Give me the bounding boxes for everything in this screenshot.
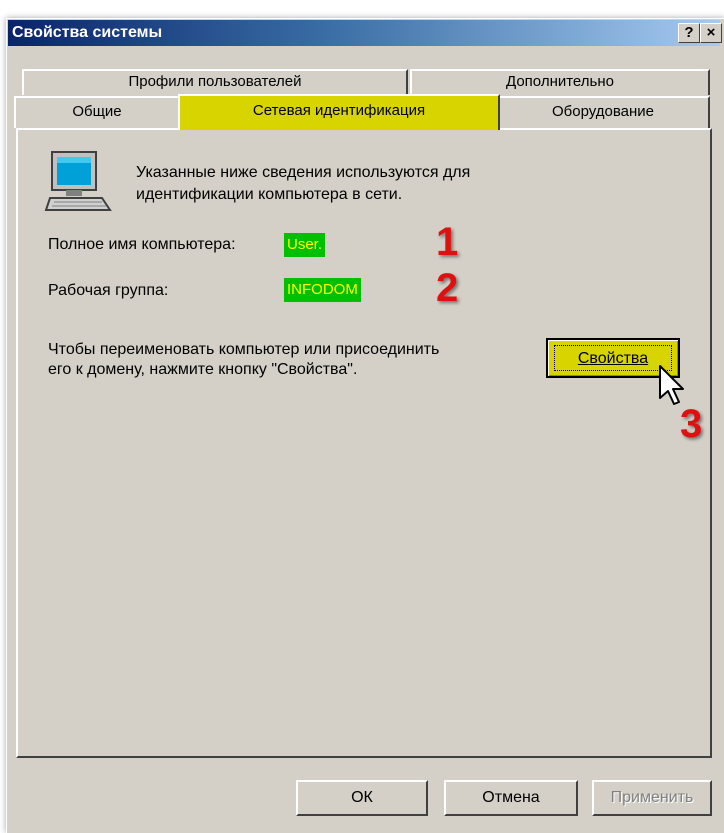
annotation-3: 3	[680, 402, 703, 446]
computer-name-value: User.	[284, 233, 326, 257]
rename-text: Чтобы переименовать компьютер или присое…	[48, 340, 548, 380]
tab-panel	[16, 128, 712, 758]
computer-icon	[44, 151, 112, 211]
annotation-1: 1	[436, 220, 459, 264]
annotation-2: 2	[436, 266, 459, 310]
rename-line-1: Чтобы переименовать компьютер или присое…	[48, 341, 440, 358]
window-title: Свойства системы	[12, 24, 163, 41]
tab-hardware[interactable]: Оборудование	[496, 96, 710, 128]
computer-name-label: Полное имя компьютера:	[48, 236, 236, 253]
apply-button[interactable]: Применить	[592, 780, 712, 816]
close-icon[interactable]: ×	[700, 23, 722, 43]
mouse-pointer-icon	[659, 365, 684, 405]
workgroup-value: INFODOM	[284, 278, 361, 302]
tab-user-profiles[interactable]: Профили пользователей	[22, 69, 408, 95]
tab-advanced[interactable]: Дополнительно	[410, 69, 710, 95]
intro-text: Указанные ниже сведения используются для…	[136, 162, 616, 206]
rename-line-2: его к домену, нажмите кнопку "Свойства".	[48, 361, 358, 378]
cancel-button[interactable]: Отмена	[444, 780, 578, 816]
workgroup-label: Рабочая группа:	[48, 282, 169, 299]
intro-line-2: идентификации компьютера в сети.	[136, 186, 403, 203]
tab-network-identification[interactable]: Сетевая идентификация	[178, 94, 500, 130]
title-bar: Свойства системы ? ×	[8, 20, 722, 46]
intro-line-1: Указанные ниже сведения используются для	[136, 164, 471, 181]
ok-button[interactable]: ОК	[296, 780, 428, 816]
tab-general[interactable]: Общие	[14, 96, 180, 128]
help-icon[interactable]: ?	[678, 23, 700, 43]
properties-button-label: Свойства	[554, 345, 672, 371]
